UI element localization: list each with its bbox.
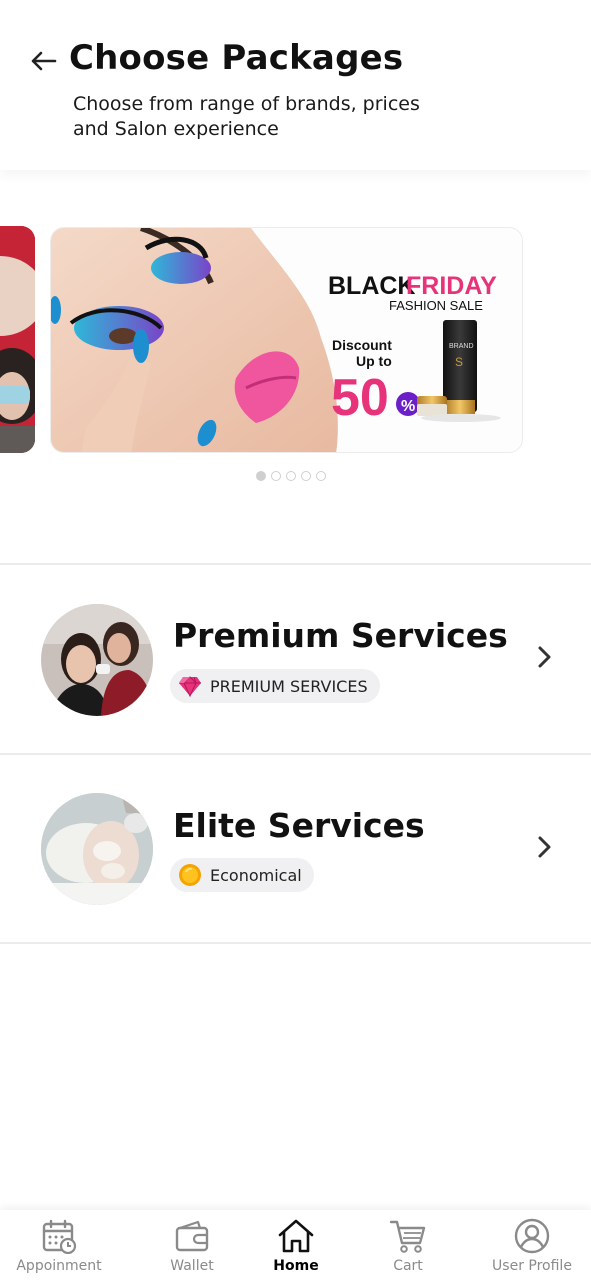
banner-discount-value: 50: [331, 369, 389, 427]
nav-item-cart[interactable]: Cart: [368, 1210, 448, 1280]
carousel-dot[interactable]: [300, 471, 311, 481]
chevron-right-icon: [538, 646, 551, 668]
banner-tagline: FASHION SALE: [389, 298, 483, 313]
page-subtitle: Choose from range of brands, prices and …: [73, 93, 420, 140]
elite-services-row[interactable]: Elite Services Economical: [0, 755, 591, 943]
premium-services-avatar: [41, 604, 153, 716]
service-name: Elite Services: [173, 806, 425, 845]
product-letter: S: [455, 355, 463, 369]
service-name: Premium Services: [173, 616, 508, 655]
nav-label: Home: [273, 1258, 319, 1274]
bottom-navigation: Appoinment Wallet Home Cart User Profile: [0, 1210, 591, 1280]
nav-item-wallet[interactable]: Wallet: [152, 1210, 232, 1280]
back-button[interactable]: [28, 46, 58, 76]
premium-badge: PREMIUM SERVICES: [170, 669, 380, 703]
calendar-icon: [42, 1219, 77, 1254]
banner-percent-symbol: %: [401, 398, 415, 415]
elite-services-avatar: [41, 793, 153, 905]
premium-services-row[interactable]: Premium Services PREMIUM SERVICES: [0, 565, 591, 753]
badge-label: Economical: [210, 865, 302, 885]
diamond-icon: [179, 676, 201, 697]
previous-slide-image: [0, 226, 35, 453]
nav-label: Wallet: [170, 1258, 214, 1274]
page-title: Choose Packages: [69, 38, 404, 78]
arrow-left-icon: [31, 51, 57, 71]
nav-item-home[interactable]: Home: [256, 1210, 336, 1280]
carousel-dot[interactable]: [285, 471, 296, 481]
nav-item-user-profile[interactable]: User Profile: [486, 1210, 578, 1280]
badge-label: PREMIUM SERVICES: [210, 676, 368, 696]
promo-carousel[interactable]: BLACK FRIDAY FASHION SALE Discount Up to…: [0, 226, 591, 456]
wallet-icon: [175, 1220, 209, 1252]
carousel-slide-previous[interactable]: [0, 226, 35, 453]
carousel-dot[interactable]: [270, 471, 281, 481]
nav-label: Cart: [393, 1258, 423, 1274]
chevron-right-icon: [538, 836, 551, 858]
nav-label: Appoinment: [16, 1258, 102, 1274]
black-friday-banner-image: BLACK FRIDAY FASHION SALE Discount Up to…: [51, 228, 501, 452]
banner-headline-black: BLACK: [328, 272, 416, 300]
carousel-pagination[interactable]: [0, 471, 586, 483]
header: Choose Packages Choose from range of bra…: [0, 0, 591, 170]
cart-icon: [389, 1220, 426, 1253]
carousel-slide-black-friday[interactable]: BLACK FRIDAY FASHION SALE Discount Up to…: [50, 227, 523, 453]
product-brand-label: BRAND: [449, 343, 474, 350]
nav-label: User Profile: [492, 1258, 572, 1274]
section-divider: [0, 942, 591, 944]
banner-discount-line1: Discount: [332, 337, 392, 353]
coin-icon: [179, 864, 201, 886]
home-icon: [278, 1219, 314, 1253]
nav-item-appointment[interactable]: Appoinment: [16, 1210, 102, 1280]
banner-discount-line2: Up to: [356, 353, 392, 369]
carousel-dot[interactable]: [315, 471, 326, 481]
user-profile-icon: [514, 1218, 550, 1254]
carousel-dot[interactable]: [255, 471, 266, 481]
economical-badge: Economical: [170, 858, 314, 892]
banner-headline-pink: FRIDAY: [406, 272, 497, 300]
